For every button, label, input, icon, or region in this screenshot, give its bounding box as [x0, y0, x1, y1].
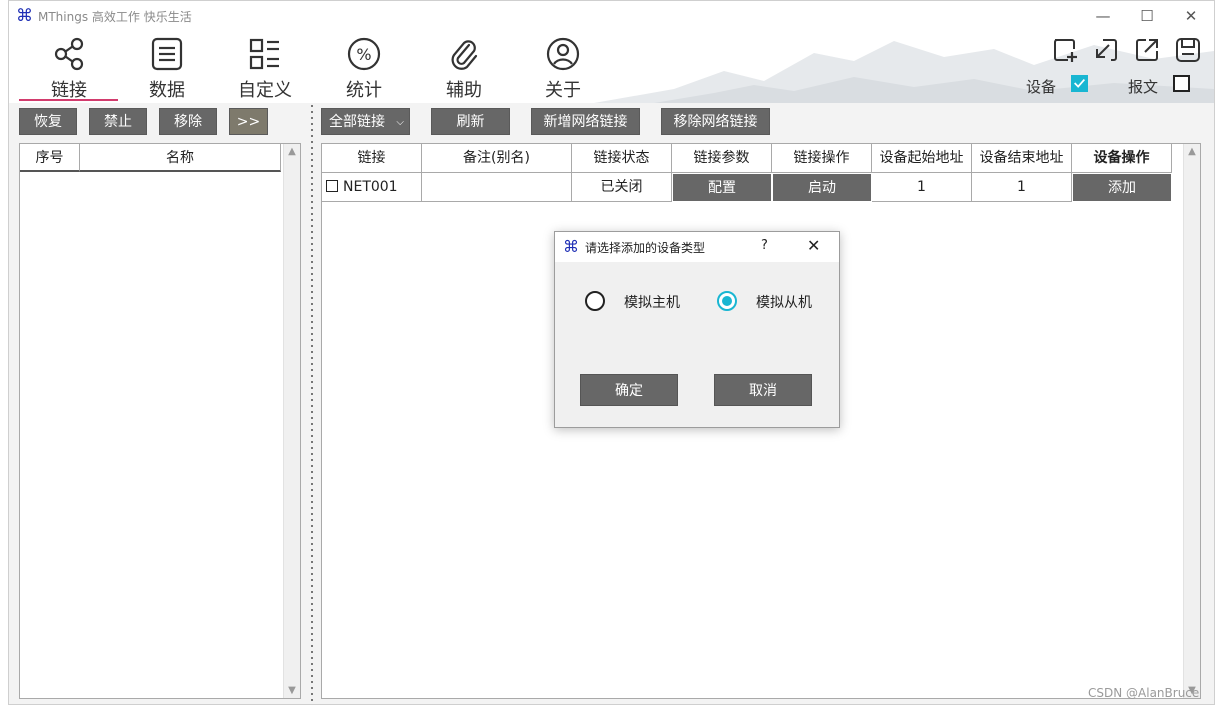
alias-cell[interactable] — [422, 173, 572, 202]
remove-network-link-button[interactable]: 移除网络链接 — [661, 108, 770, 135]
active-tab-indicator — [19, 99, 118, 101]
column-header-params[interactable]: 链接参数 — [672, 144, 772, 173]
message-toggle-label: 报文 — [1128, 78, 1159, 96]
restore-button[interactable]: 恢复 — [19, 108, 77, 135]
window-title: MThings 高效工作 快乐生活 — [38, 10, 192, 24]
dialog-close-button[interactable]: ✕ — [807, 236, 820, 255]
radio-sim-master-label[interactable]: 模拟主机 — [624, 292, 680, 312]
column-header-operation[interactable]: 链接操作 — [772, 144, 872, 173]
confirm-button[interactable]: 确定 — [580, 374, 678, 406]
device-list: 序号 名称 ▲ ▼ — [19, 143, 301, 699]
column-header-link[interactable]: 链接 — [322, 144, 422, 173]
remove-button[interactable]: 移除 — [159, 108, 217, 135]
help-button[interactable]: ? — [761, 238, 768, 253]
tab-about-label: 关于 — [545, 80, 581, 101]
column-header-end-addr[interactable]: 设备结束地址 — [972, 144, 1072, 173]
row-checkbox[interactable] — [326, 180, 338, 192]
device-toggle-label: 设备 — [1026, 78, 1057, 96]
link-name: NET001 — [343, 179, 398, 195]
scroll-up-icon[interactable]: ▲ — [284, 146, 300, 157]
add-network-link-button[interactable]: 新增网络链接 — [531, 108, 640, 135]
maximize-button[interactable]: ☐ — [1125, 4, 1169, 28]
tab-data[interactable]: 数据 — [117, 37, 217, 101]
title-bar: ⌘ MThings 高效工作 快乐生活 — ☐ ✕ — [9, 1, 1214, 31]
dialog-title: 请选择添加的设备类型 — [585, 241, 706, 255]
column-header-device-op[interactable]: 设备操作 — [1072, 144, 1172, 173]
radio-sim-master[interactable] — [585, 291, 605, 311]
save-icon[interactable] — [1175, 37, 1201, 63]
tab-stats[interactable]: % 统计 — [314, 37, 414, 101]
panel-splitter[interactable] — [309, 103, 315, 703]
watermark: CSDN @AlanBruce — [1088, 686, 1200, 700]
radio-sim-slave[interactable] — [717, 291, 737, 311]
column-header-index[interactable]: 序号 — [20, 144, 80, 172]
column-header-start-addr[interactable]: 设备起始地址 — [872, 144, 972, 173]
add-device-button[interactable]: 添加 — [1072, 173, 1172, 202]
left-list-scrollbar[interactable]: ▲ ▼ — [283, 144, 300, 698]
dialog-title-bar: ⌘ 请选择添加的设备类型 ? ✕ — [555, 232, 839, 262]
checkmark-icon — [1074, 78, 1086, 88]
link-filter-value: 全部链接 — [329, 114, 385, 130]
app-logo-icon: ⌘ — [563, 237, 579, 256]
user-icon — [546, 37, 580, 71]
column-header-name[interactable]: 名称 — [80, 144, 281, 172]
cancel-button[interactable]: 取消 — [714, 374, 812, 406]
percent-icon: % — [347, 37, 381, 71]
link-filter-dropdown[interactable]: 全部链接 ⌵ — [321, 108, 410, 135]
expand-button[interactable]: >> — [229, 108, 268, 135]
minimize-button[interactable]: — — [1081, 4, 1125, 28]
status-cell: 已关闭 — [572, 173, 672, 202]
radio-sim-slave-label[interactable]: 模拟从机 — [756, 292, 812, 312]
tab-assist-label: 辅助 — [446, 80, 482, 101]
share-icon — [54, 37, 84, 71]
refresh-button[interactable]: 刷新 — [431, 108, 510, 135]
table-scrollbar[interactable]: ▲ ▼ — [1183, 144, 1200, 698]
tab-custom-label: 自定义 — [238, 80, 292, 101]
start-button[interactable]: 启动 — [772, 173, 872, 202]
custom-layout-icon — [249, 38, 279, 70]
end-address-cell[interactable]: 1 — [972, 173, 1072, 202]
chevron-down-icon: ⌵ — [396, 117, 404, 128]
landscape-decoration — [594, 41, 1214, 103]
paperclip-icon — [451, 40, 478, 70]
config-button[interactable]: 配置 — [672, 173, 772, 202]
main-toolbar: 链接 数据 自定义 % 统计 辅助 关于 设备 报文 — [9, 31, 1214, 103]
tab-custom[interactable]: 自定义 — [215, 37, 315, 101]
shrink-icon[interactable] — [1093, 37, 1119, 63]
column-header-alias[interactable]: 备注(别名) — [422, 144, 572, 173]
new-window-icon[interactable] — [1052, 37, 1078, 63]
start-address-cell[interactable]: 1 — [872, 173, 972, 202]
list-doc-icon — [151, 37, 183, 71]
column-header-status[interactable]: 链接状态 — [572, 144, 672, 173]
device-type-dialog: ⌘ 请选择添加的设备类型 ? ✕ 模拟主机 模拟从机 确定 取消 — [554, 231, 840, 428]
tab-link[interactable]: 链接 — [19, 37, 119, 101]
scroll-up-icon[interactable]: ▲ — [1184, 146, 1200, 157]
scroll-down-icon[interactable]: ▼ — [284, 685, 300, 696]
external-link-icon[interactable] — [1134, 37, 1160, 63]
device-checkbox[interactable] — [1071, 75, 1088, 92]
svg-text:%: % — [356, 45, 371, 64]
disable-button[interactable]: 禁止 — [89, 108, 147, 135]
tab-assist[interactable]: 辅助 — [414, 37, 514, 101]
tab-stats-label: 统计 — [346, 80, 382, 101]
app-logo-icon: ⌘ — [16, 6, 33, 26]
close-button[interactable]: ✕ — [1169, 4, 1213, 28]
link-name-cell[interactable]: NET001 — [322, 173, 422, 202]
message-checkbox[interactable] — [1173, 75, 1190, 92]
tab-data-label: 数据 — [149, 80, 185, 101]
tab-about[interactable]: 关于 — [513, 37, 613, 101]
